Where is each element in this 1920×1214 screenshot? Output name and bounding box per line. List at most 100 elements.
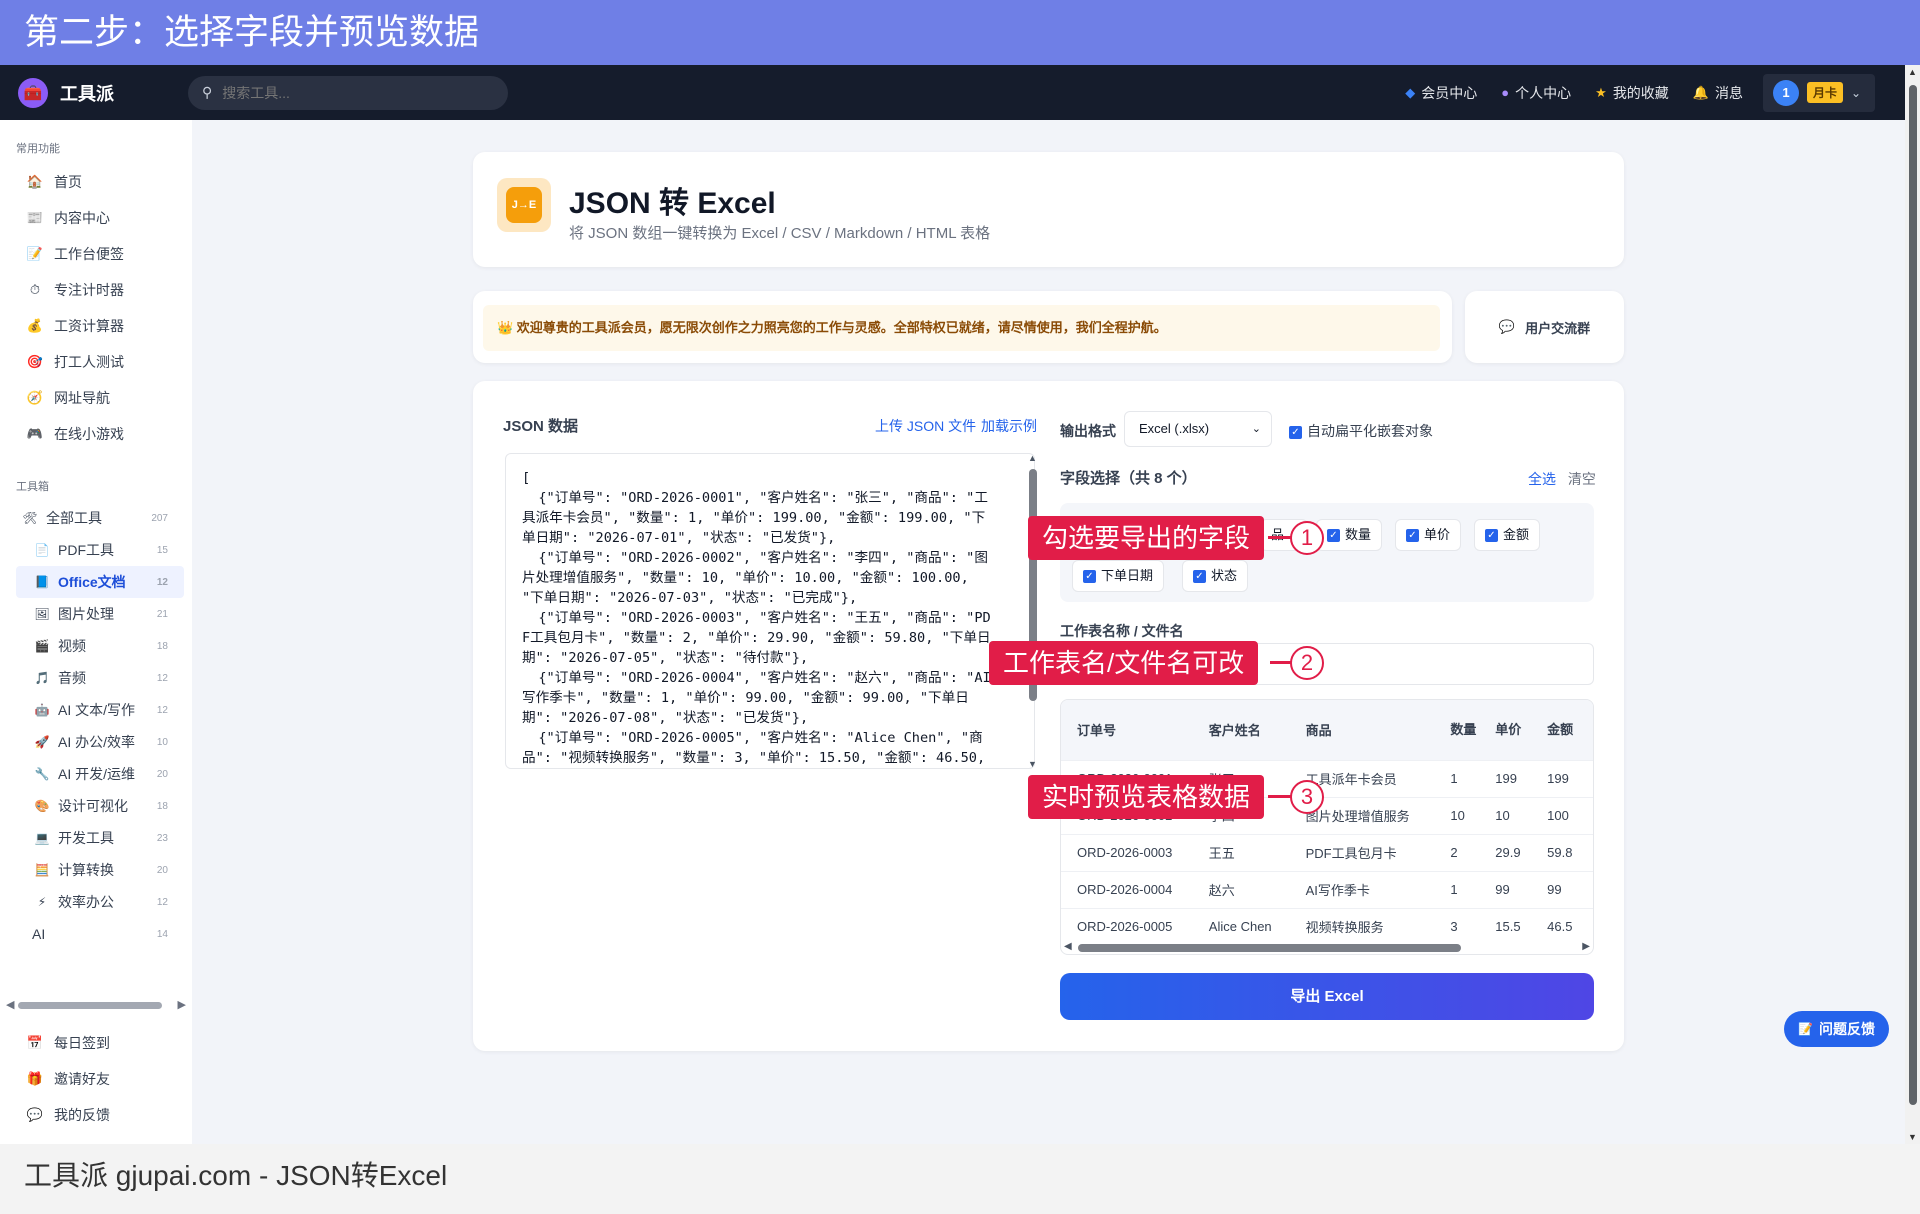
sidebar-tool-ai-office[interactable]: 🚀 AI 办公/效率 10 — [0, 726, 192, 758]
feedback-button[interactable]: 📝 问题反馈 — [1784, 1011, 1889, 1047]
col-header: 数量 — [1434, 700, 1480, 760]
laptop-icon: 💻 — [34, 831, 50, 845]
scroll-down-icon: ▼ — [1028, 759, 1037, 769]
sidebar: 常用功能 🏠 首页 📰 内容中心 📝 工作台便签 ⏱ 专注计时器 💰 工资计算器 🎯 打工人… — [0, 120, 192, 1144]
calendar-icon: 📅 — [26, 1035, 44, 1050]
page-scroll-thumb[interactable] — [1909, 85, 1917, 1105]
page-subtitle: 将 JSON 数组一键转换为 Excel / CSV / Markdown / … — [569, 225, 991, 242]
target-icon: 🎯 — [26, 354, 44, 369]
upload-json-link[interactable]: 上传 JSON 文件 — [875, 416, 976, 436]
sidebar-item-timer[interactable]: ⏱ 专注计时器 — [0, 272, 192, 308]
sidebar-tool-office[interactable]: 📘 Office文档 12 — [16, 566, 184, 598]
user-menu[interactable]: 1 月卡 ⌄ — [1763, 73, 1875, 112]
chevron-down-icon: ⌄ — [1251, 423, 1261, 435]
converter-panel: JSON 数据 上传 JSON 文件 加载示例 [ {"订单号": "ORD-2… — [473, 381, 1624, 1051]
video-icon: 🎬 — [34, 639, 50, 653]
col-header: 订单号 — [1061, 700, 1193, 760]
sidebar-item-home[interactable]: 🏠 首页 — [0, 164, 192, 200]
table-scroll-thumb[interactable] — [1078, 944, 1461, 952]
load-example-link[interactable]: 加载示例 — [981, 416, 1037, 436]
nav-favorites[interactable]: ★ 我的收藏 — [1595, 83, 1669, 103]
nav-profile[interactable]: ● 个人中心 — [1501, 83, 1571, 103]
export-excel-button[interactable]: 导出 Excel — [1060, 973, 1594, 1020]
gift-icon: 🎁 — [26, 1071, 44, 1086]
callout-1-number: 1 — [1290, 521, 1324, 555]
sidebar-tool-image[interactable]: 🖼 图片处理 21 — [0, 598, 192, 630]
sidebar-item-content[interactable]: 📰 内容中心 — [0, 200, 192, 236]
worksheet-name-label: 工作表名称 / 文件名 — [1060, 623, 1184, 639]
scroll-left-icon: ◀ — [6, 999, 15, 1011]
home-icon: 🏠 — [26, 174, 44, 189]
sidebar-tool-dev[interactable]: 💻 开发工具 23 — [0, 822, 192, 854]
sidebar-item-invite[interactable]: 🎁 邀请好友 — [0, 1061, 192, 1097]
callout-2: 工作表名/文件名可改 — [989, 641, 1259, 685]
logo-icon: 🧰 — [18, 77, 48, 108]
scrollbar-thumb[interactable] — [18, 1002, 162, 1009]
json-editor[interactable]: [ {"订单号": "ORD-2026-0001", "客户姓名": "张三",… — [505, 453, 1035, 769]
robot-icon: 🤖 — [34, 703, 50, 717]
col-header: 商品 — [1289, 700, 1435, 760]
tutorial-banner-top: 第二步：选择字段并预览数据 — [0, 0, 1920, 65]
sidebar-item-navigation[interactable]: 🧭 网址导航 — [0, 380, 192, 416]
money-bag-icon: 💰 — [26, 318, 44, 333]
calculator-icon: 🧮 — [34, 863, 50, 877]
sidebar-item-games[interactable]: 🎮 在线小游戏 — [0, 416, 192, 452]
diamond-icon: ◆ — [1405, 84, 1416, 100]
table-header-row: 订单号 客户姓名 商品 数量 单价 金额 — [1061, 700, 1593, 760]
sidebar-tool-all[interactable]: 🛠 全部工具 207 — [0, 502, 192, 534]
sidebar-tool-video[interactable]: 🎬 视频 18 — [0, 630, 192, 662]
checkbox-checked-icon[interactable]: ✓ — [1327, 529, 1340, 543]
checkbox-checked-icon[interactable]: ✓ — [1193, 570, 1206, 584]
palette-icon: 🎨 — [34, 799, 50, 813]
rocket-icon: 🚀 — [34, 735, 50, 749]
search-input[interactable] — [222, 84, 473, 101]
sidebar-item-notes[interactable]: 📝 工作台便签 — [0, 236, 192, 272]
sidebar-tool-pdf[interactable]: 📄 PDF工具 15 — [0, 534, 192, 566]
sidebar-tool-design[interactable]: 🎨 设计可视化 18 — [0, 790, 192, 822]
sidebar-tool-ai-dev[interactable]: 🔧 AI 开发/运维 20 — [0, 758, 192, 790]
json-excel-icon: J→E — [497, 178, 551, 232]
sidebar-item-test[interactable]: 🎯 打工人测试 — [0, 344, 192, 380]
chat-bubble-icon: 💬 — [1498, 319, 1516, 334]
nav-member-center[interactable]: ◆ 会员中心 — [1405, 83, 1477, 103]
select-all-link[interactable]: 全选 — [1528, 471, 1556, 487]
star-icon: ★ — [1595, 84, 1607, 100]
table-row: ORD-2026-0005 Alice Chen 视频转换服务 3 15.5 46.5 — [1061, 907, 1593, 945]
page-scrollbar[interactable]: ▲ ▼ — [1905, 65, 1920, 1144]
chevron-down-icon: ⌄ — [1851, 85, 1862, 100]
sidebar-tool-calc[interactable]: 🧮 计算转换 20 — [0, 854, 192, 886]
checkbox-checked-icon[interactable]: ✓ — [1406, 529, 1419, 543]
bell-icon: 🔔 — [1692, 84, 1709, 100]
sidebar-tool-ai[interactable]: AI 14 — [0, 918, 192, 950]
search-box[interactable]: ⚲ — [188, 75, 508, 110]
scroll-left-icon: ◀ — [1064, 941, 1072, 952]
nav-messages[interactable]: 🔔 消息 — [1693, 83, 1743, 103]
field-tag-amount[interactable]: ✓ 金额 — [1474, 519, 1541, 551]
checkbox-checked-icon[interactable]: ✓ — [1289, 425, 1302, 439]
checkbox-checked-icon[interactable]: ✓ — [1485, 529, 1498, 543]
sidebar-item-my-feedback[interactable]: 💬 我的反馈 — [0, 1097, 192, 1133]
sidebar-tool-ai-writing[interactable]: 🤖 AI 文本/写作 12 — [0, 694, 192, 726]
field-tag-status[interactable]: ✓ 状态 — [1182, 560, 1249, 592]
field-tag-price[interactable]: ✓ 单价 — [1395, 519, 1462, 551]
checkbox-checked-icon[interactable]: ✓ — [1083, 570, 1096, 584]
user-group-button[interactable]: 💬 用户交流群 — [1465, 291, 1624, 363]
output-format-select[interactable]: Excel (.xlsx) ⌄ — [1124, 411, 1272, 447]
sidebar-item-salary[interactable]: 💰 工资计算器 — [0, 308, 192, 344]
tutorial-banner-bottom: 工具派 gjupai.com - JSON转Excel — [0, 1144, 1920, 1214]
field-tag-qty[interactable]: ✓ 数量 — [1316, 519, 1383, 551]
clear-link[interactable]: 清空 — [1568, 471, 1596, 487]
table-h-scrollbar[interactable]: ◀ ▶ — [1060, 941, 1594, 955]
editor-scrollbar[interactable]: ▲ ▼ — [1026, 453, 1040, 769]
field-tag-date[interactable]: ✓ 下单日期 — [1072, 560, 1165, 592]
tool-header-card: J→E JSON 转 Excel 将 JSON 数组一键转换为 Excel / … — [473, 152, 1624, 267]
site-logo[interactable]: 🧰 工具派 — [18, 77, 188, 108]
flatten-option[interactable]: ✓ 自动扁平化嵌套对象 — [1289, 421, 1433, 441]
callout-3: 实时预览表格数据 — [1028, 775, 1265, 819]
sidebar-item-checkin[interactable]: 📅 每日签到 — [0, 1025, 192, 1061]
wrench-icon: 🔧 — [34, 767, 50, 781]
sidebar-tool-efficiency[interactable]: ⚡ 效率办公 12 — [0, 886, 192, 918]
sidebar-h-scrollbar[interactable]: ◀ ▶ — [6, 998, 186, 1012]
compass-icon: 🧭 — [26, 390, 44, 405]
sidebar-tool-audio[interactable]: 🎵 音频 12 — [0, 662, 192, 694]
